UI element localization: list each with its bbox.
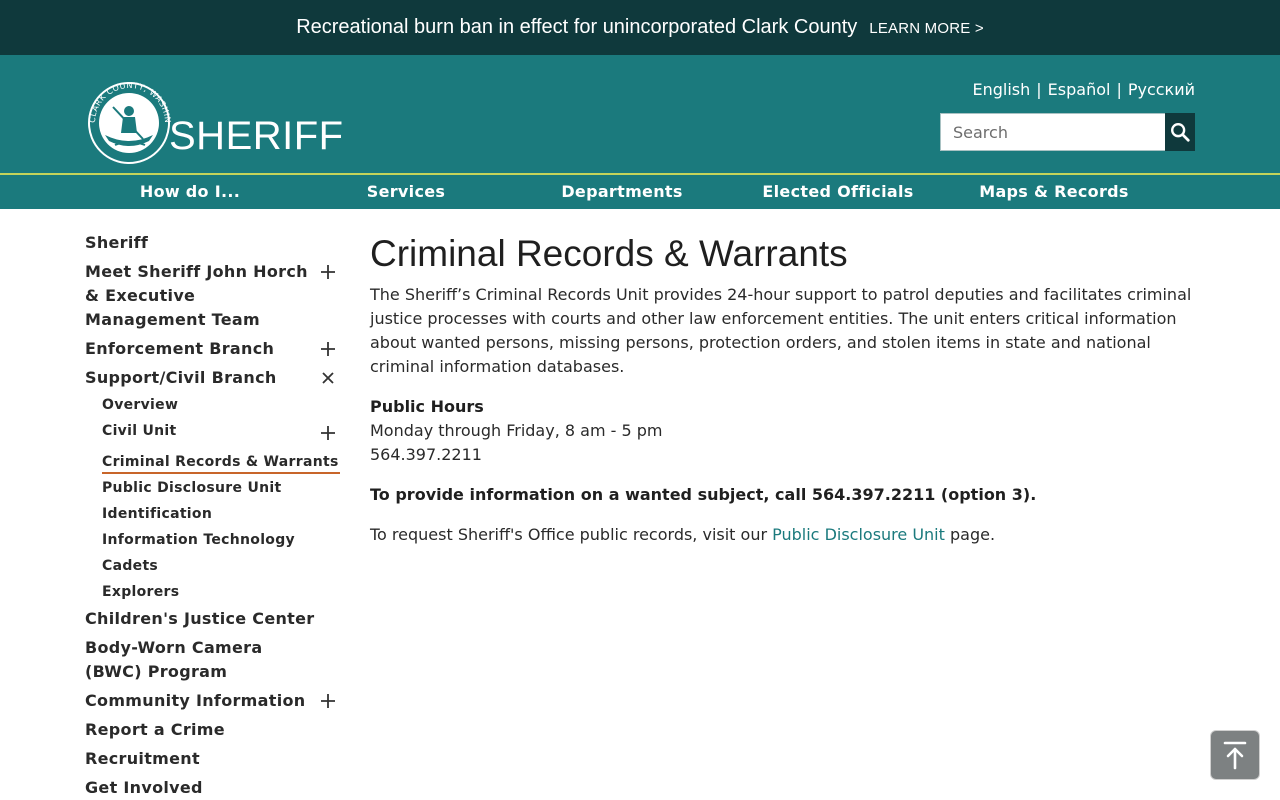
- site-search: [940, 113, 1195, 151]
- sidebar-item-get-involved[interactable]: Get Involved: [85, 776, 340, 800]
- sidebar-item-label: Sheriff: [85, 233, 149, 252]
- sidebar-item-community-information[interactable]: Community Information: [85, 689, 340, 713]
- sidebar-subitem-cadets[interactable]: Cadets: [102, 556, 340, 576]
- back-to-top-button[interactable]: [1210, 730, 1260, 780]
- sidebar-item-label: Public Disclosure Unit: [102, 480, 282, 496]
- sidebar-item-meet-sheriff[interactable]: Meet Sheriff John Horch & Executive Mana…: [85, 260, 340, 332]
- sidebar-item-label: Community Information: [85, 691, 306, 710]
- sidebar-item-label: Meet Sheriff John Horch & Executive Mana…: [85, 262, 308, 329]
- sidebar-subitem-criminal-records[interactable]: Criminal Records & Warrants: [102, 452, 340, 474]
- sidebar-item-label: Civil Unit: [102, 423, 177, 439]
- nav-how-do-i[interactable]: How do I...: [82, 175, 298, 209]
- plus-icon[interactable]: [320, 337, 336, 361]
- learn-more-link[interactable]: LEARN MORE >: [869, 20, 984, 37]
- nav-departments[interactable]: Departments: [514, 175, 730, 209]
- sidebar-nav: Sheriff Meet Sheriff John Horch & Execut…: [85, 231, 340, 800]
- public-disclosure-link[interactable]: Public Disclosure Unit: [772, 525, 945, 544]
- county-seal-icon: CLARK COUNTY, WASHINGTON: [85, 77, 172, 164]
- sidebar-subitem-civil-unit[interactable]: Civil Unit: [102, 421, 340, 443]
- sidebar-item-label: Body-Worn Camera (BWC) Program: [85, 638, 263, 681]
- sidebar-item-label: Recruitment: [85, 749, 200, 768]
- sidebar-subitem-public-disclosure[interactable]: Public Disclosure Unit: [102, 478, 340, 498]
- sidebar-subitem-identification[interactable]: Identification: [102, 504, 340, 524]
- sidebar-item-label: Get Involved: [85, 778, 203, 797]
- close-icon[interactable]: [320, 366, 336, 390]
- site-header: CLARK COUNTY, WASHINGTON SHERIFF English…: [0, 55, 1280, 175]
- sidebar-item-label: Explorers: [102, 584, 180, 600]
- sidebar-item-enforcement[interactable]: Enforcement Branch: [85, 337, 340, 361]
- plus-icon[interactable]: [320, 689, 336, 713]
- language-separator: |: [1116, 80, 1122, 99]
- sidebar-subnav: Overview Civil Unit Criminal Records & W…: [85, 395, 340, 602]
- public-hours-days: Monday through Friday, 8 am - 5 pm: [370, 421, 663, 440]
- sidebar-item-label: Enforcement Branch: [85, 339, 275, 358]
- plus-icon[interactable]: [320, 423, 336, 443]
- sidebar-item-support-civil[interactable]: Support/Civil Branch: [85, 366, 340, 390]
- search-button[interactable]: [1165, 113, 1195, 151]
- language-separator: |: [1036, 80, 1042, 99]
- sidebar-subitem-information-technology[interactable]: Information Technology: [102, 530, 340, 550]
- sidebar-item-report-crime[interactable]: Report a Crime: [85, 718, 340, 742]
- sheriff-logo[interactable]: CLARK COUNTY, WASHINGTON SHERIFF: [85, 77, 344, 165]
- logo-wordmark: SHERIFF: [169, 114, 344, 158]
- main-content: Criminal Records & Warrants The Sheriff’…: [370, 233, 1200, 547]
- alert-text: Recreational burn ban in effect for unin…: [296, 16, 858, 38]
- sidebar-item-label: Criminal Records & Warrants: [102, 454, 339, 470]
- sidebar-item-label: Cadets: [102, 558, 159, 574]
- request-text-prefix: To request Sheriff's Office public recor…: [370, 525, 773, 544]
- language-switcher: English | Español | Русский: [972, 80, 1195, 99]
- plus-icon[interactable]: [320, 260, 336, 284]
- sidebar-item-label: Support/Civil Branch: [85, 368, 277, 387]
- alert-banner: Recreational burn ban in effect for unin…: [0, 0, 1280, 55]
- intro-paragraph: The Sheriff’s Criminal Records Unit prov…: [370, 285, 1192, 376]
- request-text-suffix: page.: [944, 525, 996, 544]
- nav-elected-officials[interactable]: Elected Officials: [730, 175, 946, 209]
- search-input[interactable]: [940, 113, 1165, 151]
- arrow-up-to-line-icon: [1223, 741, 1247, 770]
- language-russian[interactable]: Русский: [1128, 80, 1195, 99]
- sidebar-item-label: Identification: [102, 506, 213, 522]
- nav-maps-records[interactable]: Maps & Records: [946, 175, 1162, 209]
- sidebar-item-sheriff[interactable]: Sheriff: [85, 231, 340, 255]
- sidebar-item-label: Overview: [102, 397, 179, 413]
- public-hours-heading: Public Hours: [370, 397, 484, 416]
- language-spanish[interactable]: Español: [1048, 80, 1111, 99]
- sidebar-item-body-worn-camera[interactable]: Body-Worn Camera (BWC) Program: [85, 636, 340, 684]
- nav-services[interactable]: Services: [298, 175, 514, 209]
- sidebar-item-label: Information Technology: [102, 532, 295, 548]
- wanted-subject-notice: To provide information on a wanted subje…: [370, 485, 1037, 504]
- language-english[interactable]: English: [972, 80, 1030, 99]
- sidebar-item-label: Report a Crime: [85, 720, 225, 739]
- search-icon: [1171, 123, 1190, 142]
- sidebar-item-label: Children's Justice Center: [85, 609, 315, 628]
- page-title: Criminal Records & Warrants: [370, 233, 848, 274]
- records-request-paragraph: To request Sheriff's Office public recor…: [370, 523, 1200, 547]
- sidebar-item-recruitment[interactable]: Recruitment: [85, 747, 340, 771]
- sidebar-subitem-explorers[interactable]: Explorers: [102, 582, 340, 602]
- sidebar-subitem-overview[interactable]: Overview: [102, 395, 340, 415]
- main-nav: How do I... Services Departments Elected…: [0, 175, 1280, 209]
- phone-number: 564.397.2211: [370, 445, 482, 464]
- sidebar-item-childrens-justice[interactable]: Children's Justice Center: [85, 607, 340, 631]
